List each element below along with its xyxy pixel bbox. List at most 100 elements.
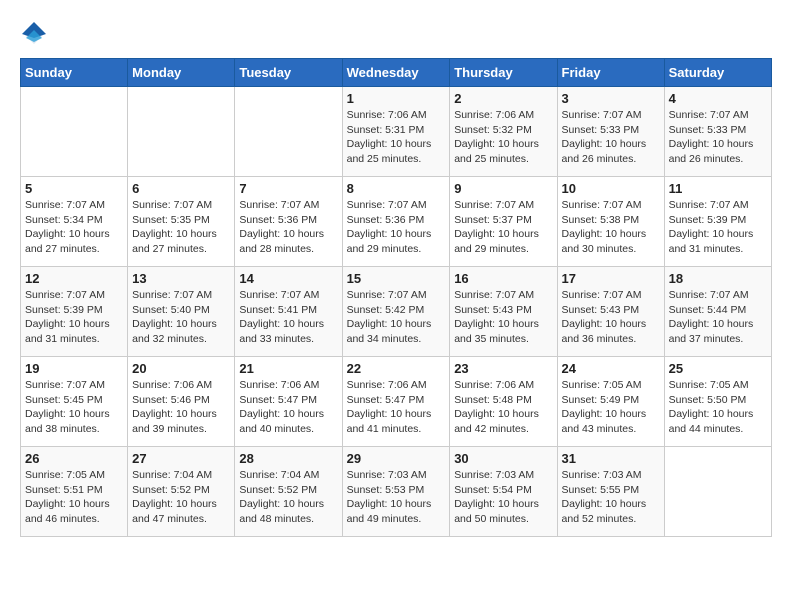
- calendar-week-row: 26 Sunrise: 7:05 AM Sunset: 5:51 PM Dayli…: [21, 447, 772, 537]
- calendar-cell: 14 Sunrise: 7:07 AM Sunset: 5:41 PM Dayli…: [235, 267, 342, 357]
- day-number: 17: [562, 271, 660, 286]
- day-info: Sunrise: 7:05 AM Sunset: 5:51 PM Dayligh…: [25, 468, 123, 527]
- day-number: 9: [454, 181, 552, 196]
- calendar-cell: 4 Sunrise: 7:07 AM Sunset: 5:33 PM Daylig…: [664, 87, 771, 177]
- day-number: 3: [562, 91, 660, 106]
- day-info: Sunrise: 7:03 AM Sunset: 5:53 PM Dayligh…: [347, 468, 446, 527]
- calendar-cell: 2 Sunrise: 7:06 AM Sunset: 5:32 PM Daylig…: [450, 87, 557, 177]
- weekday-header-row: SundayMondayTuesdayWednesdayThursdayFrid…: [21, 59, 772, 87]
- calendar-cell: 25 Sunrise: 7:05 AM Sunset: 5:50 PM Dayli…: [664, 357, 771, 447]
- calendar-cell: 19 Sunrise: 7:07 AM Sunset: 5:45 PM Dayli…: [21, 357, 128, 447]
- calendar-cell: 24 Sunrise: 7:05 AM Sunset: 5:49 PM Dayli…: [557, 357, 664, 447]
- day-number: 28: [239, 451, 337, 466]
- day-number: 14: [239, 271, 337, 286]
- day-number: 4: [669, 91, 767, 106]
- day-number: 13: [132, 271, 230, 286]
- day-number: 16: [454, 271, 552, 286]
- day-info: Sunrise: 7:07 AM Sunset: 5:36 PM Dayligh…: [239, 198, 337, 257]
- calendar-cell: 18 Sunrise: 7:07 AM Sunset: 5:44 PM Dayli…: [664, 267, 771, 357]
- day-number: 7: [239, 181, 337, 196]
- day-number: 8: [347, 181, 446, 196]
- day-number: 5: [25, 181, 123, 196]
- day-number: 26: [25, 451, 123, 466]
- day-number: 2: [454, 91, 552, 106]
- calendar-cell: 28Sunrise: 7:04 AM Sunset: 5:52 PM Dayli…: [235, 447, 342, 537]
- day-number: 10: [562, 181, 660, 196]
- calendar-cell: 26 Sunrise: 7:05 AM Sunset: 5:51 PM Dayli…: [21, 447, 128, 537]
- day-number: 15: [347, 271, 446, 286]
- calendar-cell: 16Sunrise: 7:07 AM Sunset: 5:43 PM Dayli…: [450, 267, 557, 357]
- day-info: Sunrise: 7:06 AM Sunset: 5:47 PM Dayligh…: [347, 378, 446, 437]
- day-info: Sunrise: 7:07 AM Sunset: 5:33 PM Dayligh…: [562, 108, 660, 167]
- logo-icon: [20, 20, 48, 48]
- day-number: 20: [132, 361, 230, 376]
- calendar-cell: 23Sunrise: 7:06 AM Sunset: 5:48 PM Dayli…: [450, 357, 557, 447]
- day-info: Sunrise: 7:06 AM Sunset: 5:32 PM Dayligh…: [454, 108, 552, 167]
- day-info: Sunrise: 7:07 AM Sunset: 5:43 PM Dayligh…: [562, 288, 660, 347]
- weekday-header-monday: Monday: [128, 59, 235, 87]
- day-number: 31: [562, 451, 660, 466]
- day-number: 24: [562, 361, 660, 376]
- day-number: 27: [132, 451, 230, 466]
- calendar-cell: 11 Sunrise: 7:07 AM Sunset: 5:39 PM Dayli…: [664, 177, 771, 267]
- calendar-cell: 8 Sunrise: 7:07 AM Sunset: 5:36 PM Daylig…: [342, 177, 450, 267]
- calendar-cell: [235, 87, 342, 177]
- day-info: Sunrise: 7:03 AM Sunset: 5:54 PM Dayligh…: [454, 468, 552, 527]
- day-info: Sunrise: 7:07 AM Sunset: 5:40 PM Dayligh…: [132, 288, 230, 347]
- calendar-cell: [128, 87, 235, 177]
- day-info: Sunrise: 7:07 AM Sunset: 5:33 PM Dayligh…: [669, 108, 767, 167]
- day-number: 23: [454, 361, 552, 376]
- logo: [20, 20, 50, 48]
- calendar-cell: 9 Sunrise: 7:07 AM Sunset: 5:37 PM Daylig…: [450, 177, 557, 267]
- day-info: Sunrise: 7:05 AM Sunset: 5:49 PM Dayligh…: [562, 378, 660, 437]
- calendar-cell: 27Sunrise: 7:04 AM Sunset: 5:52 PM Dayli…: [128, 447, 235, 537]
- calendar-cell: 1Sunrise: 7:06 AM Sunset: 5:31 PM Daylig…: [342, 87, 450, 177]
- day-number: 6: [132, 181, 230, 196]
- day-info: Sunrise: 7:07 AM Sunset: 5:39 PM Dayligh…: [669, 198, 767, 257]
- day-info: Sunrise: 7:07 AM Sunset: 5:39 PM Dayligh…: [25, 288, 123, 347]
- calendar-cell: 29 Sunrise: 7:03 AM Sunset: 5:53 PM Dayli…: [342, 447, 450, 537]
- day-info: Sunrise: 7:07 AM Sunset: 5:35 PM Dayligh…: [132, 198, 230, 257]
- calendar-cell: [21, 87, 128, 177]
- weekday-header-saturday: Saturday: [664, 59, 771, 87]
- calendar-week-row: 5 Sunrise: 7:07 AM Sunset: 5:34 PM Daylig…: [21, 177, 772, 267]
- weekday-header-thursday: Thursday: [450, 59, 557, 87]
- day-info: Sunrise: 7:03 AM Sunset: 5:55 PM Dayligh…: [562, 468, 660, 527]
- weekday-header-wednesday: Wednesday: [342, 59, 450, 87]
- day-info: Sunrise: 7:06 AM Sunset: 5:31 PM Dayligh…: [347, 108, 446, 167]
- calendar-cell: 31 Sunrise: 7:03 AM Sunset: 5:55 PM Dayli…: [557, 447, 664, 537]
- day-number: 11: [669, 181, 767, 196]
- day-number: 29: [347, 451, 446, 466]
- day-info: Sunrise: 7:06 AM Sunset: 5:46 PM Dayligh…: [132, 378, 230, 437]
- calendar-cell: 6 Sunrise: 7:07 AM Sunset: 5:35 PM Daylig…: [128, 177, 235, 267]
- calendar-week-row: 1Sunrise: 7:06 AM Sunset: 5:31 PM Daylig…: [21, 87, 772, 177]
- calendar-cell: 5 Sunrise: 7:07 AM Sunset: 5:34 PM Daylig…: [21, 177, 128, 267]
- calendar-cell: 7 Sunrise: 7:07 AM Sunset: 5:36 PM Daylig…: [235, 177, 342, 267]
- calendar-cell: 15Sunrise: 7:07 AM Sunset: 5:42 PM Dayli…: [342, 267, 450, 357]
- calendar-cell: 22Sunrise: 7:06 AM Sunset: 5:47 PM Dayli…: [342, 357, 450, 447]
- day-info: Sunrise: 7:07 AM Sunset: 5:37 PM Dayligh…: [454, 198, 552, 257]
- day-info: Sunrise: 7:05 AM Sunset: 5:50 PM Dayligh…: [669, 378, 767, 437]
- day-number: 19: [25, 361, 123, 376]
- calendar-cell: 10 Sunrise: 7:07 AM Sunset: 5:38 PM Dayli…: [557, 177, 664, 267]
- calendar-cell: 13 Sunrise: 7:07 AM Sunset: 5:40 PM Dayli…: [128, 267, 235, 357]
- day-info: Sunrise: 7:07 AM Sunset: 5:44 PM Dayligh…: [669, 288, 767, 347]
- calendar-week-row: 19 Sunrise: 7:07 AM Sunset: 5:45 PM Dayli…: [21, 357, 772, 447]
- calendar-cell: 12Sunrise: 7:07 AM Sunset: 5:39 PM Dayli…: [21, 267, 128, 357]
- day-number: 21: [239, 361, 337, 376]
- calendar-week-row: 12Sunrise: 7:07 AM Sunset: 5:39 PM Dayli…: [21, 267, 772, 357]
- calendar-cell: 17 Sunrise: 7:07 AM Sunset: 5:43 PM Dayli…: [557, 267, 664, 357]
- calendar-table: SundayMondayTuesdayWednesdayThursdayFrid…: [20, 58, 772, 537]
- calendar-cell: 20 Sunrise: 7:06 AM Sunset: 5:46 PM Dayli…: [128, 357, 235, 447]
- day-info: Sunrise: 7:06 AM Sunset: 5:47 PM Dayligh…: [239, 378, 337, 437]
- day-info: Sunrise: 7:07 AM Sunset: 5:41 PM Dayligh…: [239, 288, 337, 347]
- day-number: 25: [669, 361, 767, 376]
- day-info: Sunrise: 7:07 AM Sunset: 5:34 PM Dayligh…: [25, 198, 123, 257]
- day-info: Sunrise: 7:07 AM Sunset: 5:38 PM Dayligh…: [562, 198, 660, 257]
- calendar-cell: 3 Sunrise: 7:07 AM Sunset: 5:33 PM Daylig…: [557, 87, 664, 177]
- weekday-header-friday: Friday: [557, 59, 664, 87]
- day-info: Sunrise: 7:07 AM Sunset: 5:36 PM Dayligh…: [347, 198, 446, 257]
- day-number: 18: [669, 271, 767, 286]
- header: [20, 20, 772, 48]
- day-info: Sunrise: 7:07 AM Sunset: 5:45 PM Dayligh…: [25, 378, 123, 437]
